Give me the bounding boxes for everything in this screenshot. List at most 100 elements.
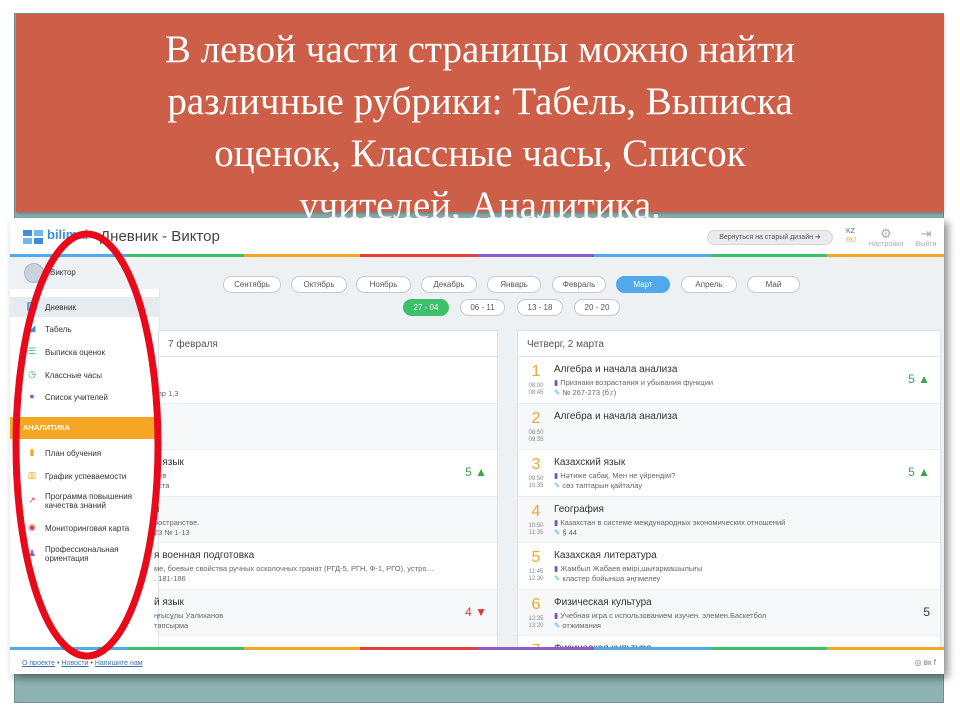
contact-link[interactable]: Напишите нам [95,660,143,667]
sidebar-item-tabel[interactable]: ◢ Табель [10,319,160,339]
lesson-number: 4 [531,502,541,520]
homework-text: кластер бойынша әңгімелеу [562,574,661,583]
label-line: Программа повышения [45,492,133,501]
sidebar: Виктор ▤ Дневник ◢ Табель ☰ Выписка оцен… [10,257,160,647]
month-tab[interactable]: Ноябрь [356,276,411,293]
lesson-row[interactable]: й язык ңғысұлы Уалиханов тапсырма 4 ▼ [154,589,497,636]
sidebar-item-label: Мониторинговая карта [45,524,130,533]
month-tab[interactable]: Октябрь [291,276,347,293]
grade-badge[interactable]: 5 ▲ [908,465,930,479]
lesson-end: 11:35 [528,529,544,536]
lesson-row[interactable]: й язык аев еста 5 ▲ [154,450,497,497]
lesson-topic: аев [154,471,167,480]
sidebar-item-teachers[interactable]: ● Список учителей [10,387,160,407]
social-icons[interactable]: ◎ вк f [915,658,936,667]
settings-label: Настройки [868,241,904,248]
lesson-time: 10:50 11:35 [526,523,546,537]
week-tab-active[interactable]: 27 - 04 [403,299,449,316]
lesson-homework: . 181-186 [154,574,186,583]
lesson-number: 2 [531,409,541,427]
sidebar-item-label: Классные часы [45,371,102,380]
month-tab[interactable]: Сентябрь [223,276,281,293]
homework-text: сөз таптарын қайталау [562,481,643,490]
lesson-number: 1 [531,363,541,380]
lesson-end: 09:35 [528,436,544,443]
sidebar-item-label: Дневник [45,303,76,312]
sidebar-item-monitoring-map[interactable]: ◉ Мониторинговая карта [10,518,160,538]
about-link[interactable]: О проекте [22,660,55,667]
lesson-end: 12:30 [528,576,544,582]
lesson-start: 10:50 [528,522,544,529]
lesson-start: 08:50 [528,429,544,436]
lesson-time: 12:35 13:20 [526,616,546,630]
sidebar-item-label: Список учителей [45,393,108,402]
title-line: различные рубрики: Табель, Выписка [167,80,793,123]
day-title: 7 февраля [159,331,497,357]
analytics-section-header[interactable]: АНАЛИТИКА [10,417,160,439]
lang-kz[interactable]: KZ [846,227,856,236]
logout-icon: ⇥ [920,226,932,241]
week-tab[interactable]: 20 - 20 [574,299,620,316]
sidebar-item-diary[interactable]: ▤ Дневник [10,297,160,317]
sidebar-item-quality-program[interactable]: ↗ Программа повышения качества знаний [10,491,160,511]
lesson-row[interactable]: 4 10:50 11:35 География ▮ Казахстан в сис… [518,496,940,543]
week-tab[interactable]: 13 - 18 [517,299,563,316]
lesson-row[interactable]: 3 09:50 10:35 Казахский язык ▮ Нәтиже саб… [518,450,940,497]
lang-ru[interactable]: RU [846,236,856,245]
month-tab[interactable]: Май [747,276,800,293]
grade-badge[interactable]: 5 ▲ [465,465,487,479]
month-tab[interactable]: Апрель [681,276,737,293]
week-tab[interactable]: 06 - 11 [460,299,505,316]
homework-text: отжимания [562,620,601,630]
topic-text: Нәтиже сабақ. Мен не үйрендім? [560,471,676,480]
language-switch[interactable]: KZ RU [846,227,856,245]
sidebar-item-grades[interactable]: ☰ Выписка оценок [10,342,160,362]
list-icon: ☰ [27,346,37,356]
slide-banner: В левой части страницы можно найти разли… [16,14,944,227]
homework-text: § 44 [562,527,577,537]
lesson-homework: тапсырма [154,620,189,630]
sidebar-item-progress-graph[interactable]: ▥ График успеваемости [10,466,160,486]
sidebar-item-label: Выписка оценок [45,348,105,357]
label-line: качества знаний [45,501,106,510]
user-card[interactable]: Виктор [10,257,160,289]
lesson-row[interactable]: 1 08:00 08:45 Алгебра и начала анализа ▮ … [518,357,940,404]
lesson-row[interactable]: 5 11:45 12:30 Казахская литература ▮ Жамб… [518,543,940,590]
sidebar-item-label: Табель [45,325,72,334]
old-design-button[interactable]: Вернуться на старый дизайн ➔ [707,230,833,245]
slide-title: В левой части страницы можно найти разли… [16,24,944,232]
footer: О проекте • Новости • Напишите нам ◎ вк … [10,647,944,674]
lesson-row[interactable]: 2 08:50 09:35 Алгебра и начала анализа [518,403,940,450]
lesson-row[interactable] [159,403,497,450]
lesson-time: 08:00 08:45 [526,383,546,397]
bar-chart-icon: ▥ [27,470,37,480]
sidebar-item-class-hours[interactable]: ◷ Классные часы [10,365,160,385]
logout-button[interactable]: ⇥ Выйти [906,226,944,249]
grade-badge[interactable]: 5 ▲ [908,372,930,386]
lesson-homework: ✎ № 267-273 (б,г) [554,388,616,397]
sidebar-item-label: Программа повышения качества знаний [45,492,132,510]
week-selector: 27 - 04 06 - 11 13 - 18 20 - 20 [403,299,663,316]
sidebar-item-study-plan[interactable]: ▮ План обучения [10,443,160,463]
settings-button[interactable]: ⚙ Настройки [866,227,906,249]
grade-badge[interactable]: 5 [923,605,930,619]
topic-text: Учебная игра с использованием изучен. эл… [560,610,767,620]
lesson-row[interactable]: упр 1,3 [154,357,497,404]
month-tab[interactable]: Февраль [552,276,606,293]
sidebar-item-label: План обучения [45,449,102,458]
month-tab[interactable]: Декабрь [421,276,477,293]
lesson-homework: ✎ сөз таптарын қайталау [554,481,642,490]
lesson-homework: ✎ кластер бойынша әңгімелеу [554,574,660,583]
sidebar-item-career-guidance[interactable]: ♟ Профессиональная ориентация [10,544,160,564]
month-tab[interactable]: Январь [487,276,541,293]
lesson-time: 09:50 10:35 [526,476,546,490]
month-tab-active[interactable]: Март [616,276,670,293]
news-link[interactable]: Новости [61,660,88,667]
grade-badge[interactable]: 4 ▼ [465,605,487,619]
lesson-row[interactable]: я ространстве. 23 № 1-13 [154,496,497,543]
footer-color-strip [10,647,944,650]
logo-icon[interactable] [22,228,44,245]
lesson-end: 08:45 [528,390,544,396]
lesson-row[interactable]: 6 12:35 13:20 Физическая культура ▮ Учебн… [518,589,940,636]
lesson-row[interactable]: я военная подготовка ме, боевые свойства… [154,543,497,590]
